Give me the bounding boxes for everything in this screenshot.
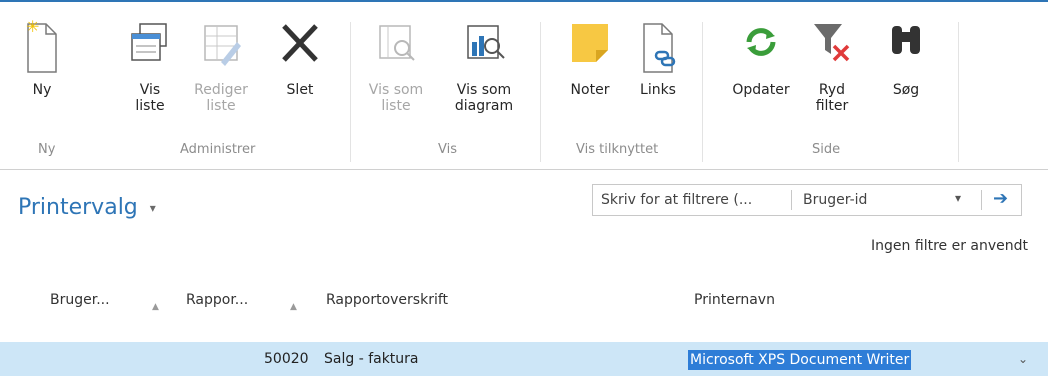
- chevron-down-icon[interactable]: ⌄: [1018, 352, 1028, 366]
- report-caption-cell: Salg - faktura: [324, 351, 419, 367]
- notes-button[interactable]: Noter: [562, 12, 618, 98]
- filter-divider: [791, 190, 792, 210]
- printer-name-field[interactable]: Microsoft XPS Document Writer: [688, 350, 912, 370]
- new-document-icon: ✳: [18, 12, 66, 76]
- clear-filter-button[interactable]: Ryd filter: [808, 12, 856, 114]
- column-header-printer-name[interactable]: Printernavn: [694, 292, 775, 308]
- view-as-chart-icon: [460, 12, 508, 76]
- refresh-icon: [737, 12, 785, 76]
- svg-text:✳: ✳: [26, 17, 39, 36]
- group-caption-related: Vis tilknyttet: [576, 142, 659, 157]
- filter-divider: [981, 190, 982, 210]
- note-icon: [566, 12, 614, 76]
- column-header-report-caption[interactable]: Rapportoverskrift: [326, 292, 448, 308]
- refresh-button[interactable]: Opdater: [724, 12, 798, 98]
- view-list-icon: [126, 12, 174, 76]
- ribbon-separator: [540, 22, 541, 162]
- sort-up-icon[interactable]: ▲: [290, 302, 297, 312]
- column-header-report-id[interactable]: Rappor...: [186, 292, 248, 308]
- binoculars-icon: [882, 12, 930, 76]
- apply-filter-arrow-icon[interactable]: ➔: [993, 188, 1008, 209]
- table-row[interactable]: 50020 Salg - faktura Microsoft XPS Docum…: [0, 342, 1048, 376]
- group-caption-view: Vis: [438, 142, 457, 157]
- group-caption-new: Ny: [38, 142, 56, 157]
- filter-bar: Skriv for at filtrere (... Bruger-id ▾ ➔: [592, 184, 1022, 216]
- ribbon-separator: [958, 22, 959, 162]
- delete-x-icon: [276, 12, 324, 76]
- ribbon-separator: [702, 22, 703, 162]
- column-header-user[interactable]: Bruger...: [50, 292, 110, 308]
- search-button[interactable]: Søg: [882, 12, 930, 98]
- link-document-icon: [634, 12, 682, 76]
- edit-list-icon: [197, 12, 245, 76]
- edit-list-button[interactable]: Rediger liste: [186, 12, 256, 114]
- title-dropdown-icon[interactable]: ▾: [150, 201, 156, 215]
- view-as-list-button[interactable]: Vis som liste: [362, 12, 430, 114]
- delete-button[interactable]: Slet: [276, 12, 324, 98]
- view-list-button[interactable]: Vis liste: [122, 12, 178, 114]
- new-button[interactable]: ✳ Ny: [16, 12, 68, 98]
- ribbon: ✳ Ny Vis liste Rediger liste Slet Vis so…: [0, 0, 1048, 170]
- chevron-down-icon[interactable]: ▾: [955, 191, 961, 205]
- group-caption-page: Side: [812, 142, 841, 157]
- links-button[interactable]: Links: [634, 12, 682, 98]
- ribbon-separator: [350, 22, 351, 162]
- group-caption-manage: Administrer: [180, 142, 256, 157]
- clear-filter-icon: [808, 12, 856, 76]
- view-as-list-icon: [372, 12, 420, 76]
- report-id-cell: 50020: [264, 351, 309, 367]
- sort-up-icon[interactable]: ▲: [152, 302, 159, 312]
- view-as-chart-button[interactable]: Vis som diagram: [448, 12, 520, 114]
- filter-field-select[interactable]: Bruger-id: [803, 192, 867, 208]
- filter-search-input[interactable]: Skriv for at filtrere (...: [601, 192, 752, 208]
- filter-status: Ingen filtre er anvendt: [871, 238, 1028, 254]
- page-title[interactable]: Printervalg ▾: [18, 195, 156, 220]
